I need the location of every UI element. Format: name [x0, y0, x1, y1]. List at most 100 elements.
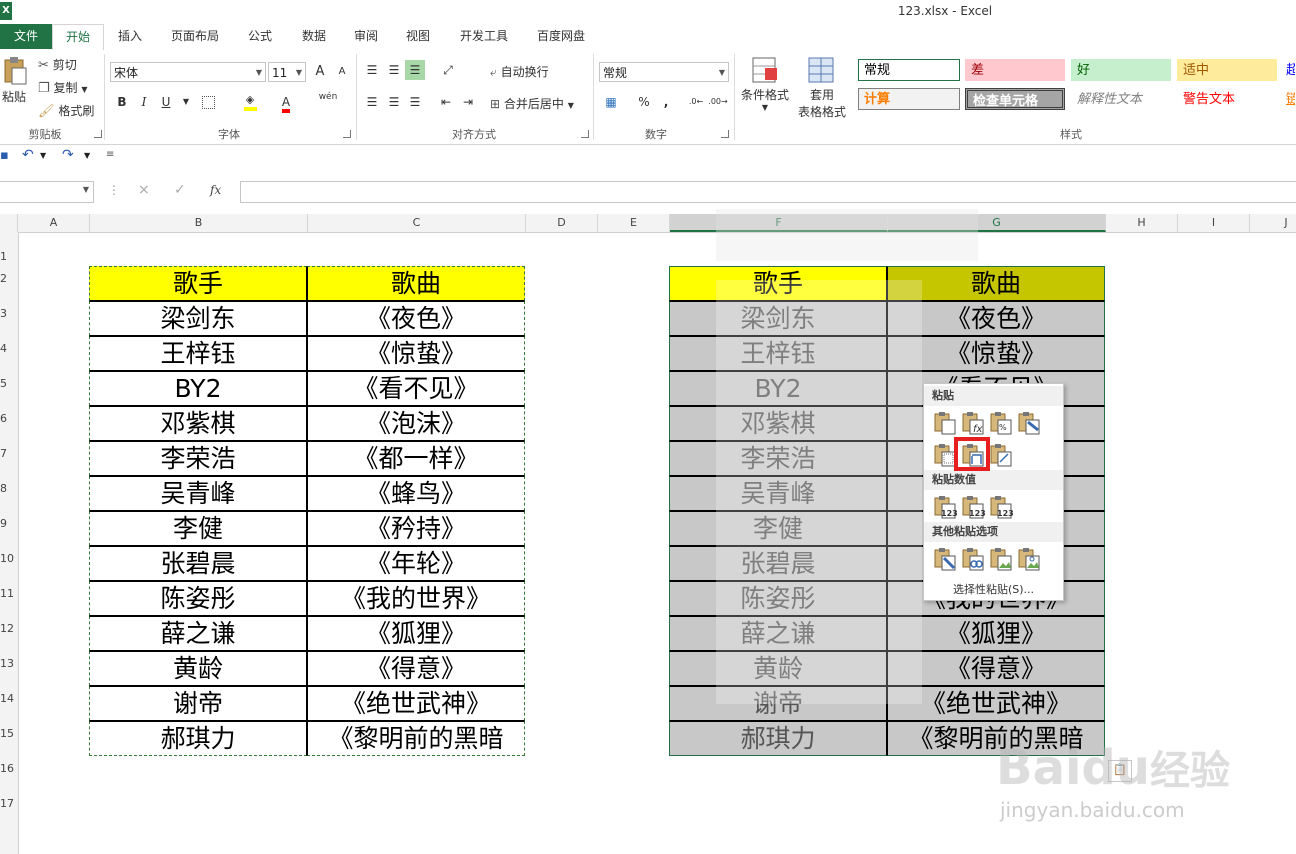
font-size-select[interactable]: 11 ▼ — [268, 62, 306, 82]
cell-song[interactable]: 《惊蛰》 — [307, 336, 525, 371]
row-header[interactable]: 12 — [0, 622, 18, 635]
cell-singer[interactable]: 谢帝 — [89, 686, 307, 721]
cell-song[interactable]: 《蜂鸟》 — [307, 476, 525, 511]
style-calculation[interactable]: 计算 — [858, 88, 960, 110]
paste-formulas-number-format-icon[interactable]: % — [988, 410, 1014, 436]
underline-dropdown[interactable]: ▼ — [176, 92, 196, 112]
paste-icon[interactable] — [932, 410, 958, 436]
row-header[interactable]: 13 — [0, 657, 18, 670]
wrap-text-button[interactable]: ⤶ 自动换行 — [490, 63, 549, 80]
row-header[interactable]: 1 — [0, 250, 18, 263]
cell-singer[interactable]: BY2 — [89, 371, 307, 406]
font-color-button[interactable]: A — [276, 92, 296, 113]
cell-singer[interactable]: 王梓钰 — [89, 336, 307, 371]
merge-center-button[interactable]: ⊞ 合并后居中 ▼ — [490, 95, 574, 112]
keep-source-format-icon[interactable] — [1016, 410, 1042, 436]
paste-button[interactable]: 粘贴 — [2, 56, 30, 112]
row-header[interactable]: 6 — [0, 412, 18, 425]
row-header[interactable]: 3 — [0, 307, 18, 320]
style-explanatory[interactable]: 解释性文本 — [1071, 88, 1171, 110]
align-center-button[interactable]: ☰ — [384, 92, 404, 112]
tab-home[interactable]: 开始 — [52, 24, 104, 51]
decrease-indent-button[interactable]: ⇤ — [436, 92, 456, 112]
paste-values-icon[interactable]: 123 — [932, 494, 958, 520]
cell-song[interactable]: 《狐狸》 — [307, 616, 525, 651]
cancel-icon[interactable]: × — [138, 182, 150, 198]
column-header[interactable]: C — [308, 214, 526, 232]
align-top-button[interactable]: ☰ — [362, 60, 382, 80]
undo-icon[interactable]: ↶ — [22, 147, 34, 163]
cell-singer[interactable]: 郝琪力 — [669, 721, 887, 756]
row-header[interactable]: 17 — [0, 797, 18, 810]
name-box[interactable]: ▼ — [0, 181, 94, 203]
paste-values-source-format-icon[interactable]: 123 — [988, 494, 1014, 520]
row-header[interactable]: 2 — [0, 272, 18, 285]
font-launcher-icon[interactable] — [343, 130, 351, 138]
cell-singer[interactable]: 李健 — [89, 511, 307, 546]
number-format-select[interactable]: 常规 ▼ — [599, 62, 729, 82]
percent-style-button[interactable]: % — [634, 92, 654, 112]
tab-page-layout[interactable]: 页面布局 — [162, 24, 228, 49]
cell-song[interactable]: 《黎明前的黑暗 — [307, 721, 525, 756]
fill-color-button[interactable]: ◈ — [240, 92, 260, 112]
clipboard-launcher-icon[interactable] — [94, 130, 102, 138]
cell-singer[interactable]: 陈姿彤 — [89, 581, 307, 616]
decrease-decimal-button[interactable]: .00→ — [708, 92, 728, 112]
row-header[interactable]: 5 — [0, 377, 18, 390]
tab-view[interactable]: 视图 — [396, 24, 440, 49]
cell-singer[interactable]: 吴青峰 — [89, 476, 307, 511]
column-header[interactable]: I — [1178, 214, 1250, 232]
chevron-down-icon[interactable]: ▼ — [84, 151, 90, 160]
style-neutral[interactable]: 适中 — [1177, 59, 1277, 81]
formula-input[interactable] — [240, 181, 1296, 203]
row-header[interactable]: 8 — [0, 482, 18, 495]
chevron-down-icon[interactable]: ▼ — [83, 185, 89, 194]
align-middle-button[interactable]: ☰ — [384, 60, 404, 80]
drag-handle-icon[interactable]: ⋮ — [108, 183, 120, 197]
cell-song[interactable]: 《都一样》 — [307, 441, 525, 476]
paste-values-number-format-icon[interactable]: 123 — [960, 494, 986, 520]
cell-singer[interactable]: 邓紫棋 — [89, 406, 307, 441]
bold-button[interactable]: B — [112, 92, 132, 112]
phonetic-button[interactable]: wén — [318, 92, 338, 112]
style-hyperlink[interactable]: 超 — [1283, 59, 1296, 81]
tab-insert[interactable]: 插入 — [108, 24, 152, 49]
style-normal[interactable]: 常规 — [858, 59, 960, 81]
row-header[interactable]: 14 — [0, 692, 18, 705]
cell-song[interactable]: 《绝世武神》 — [307, 686, 525, 721]
linked-picture-icon[interactable] — [1016, 546, 1042, 572]
cut-button[interactable]: ✂ 剪切 — [38, 56, 77, 73]
cell-song[interactable]: 《泡沫》 — [307, 406, 525, 441]
select-all-corner[interactable] — [0, 214, 18, 232]
font-name-select[interactable]: 宋体 ▼ — [110, 62, 266, 82]
column-header[interactable]: H — [1106, 214, 1178, 232]
style-check-cell[interactable]: 检查单元格 — [965, 88, 1065, 110]
border-button[interactable] — [198, 92, 218, 112]
style-good[interactable]: 好 — [1071, 59, 1171, 81]
cell-song[interactable]: 《得意》 — [307, 651, 525, 686]
picture-icon[interactable] — [988, 546, 1014, 572]
insert-function-icon[interactable]: fx — [210, 183, 221, 197]
conditional-formatting-button[interactable]: 条件格式 ▼ — [740, 56, 790, 112]
paste-link-icon[interactable] — [960, 546, 986, 572]
format-as-table-button[interactable]: 套用 表格格式 — [792, 56, 852, 120]
style-warning[interactable]: 警告文本 — [1177, 88, 1277, 110]
row-header[interactable]: 7 — [0, 447, 18, 460]
cell-singer[interactable]: 郝琪力 — [89, 721, 307, 756]
tab-formulas[interactable]: 公式 — [238, 24, 282, 49]
tab-data[interactable]: 数据 — [292, 24, 336, 49]
increase-decimal-button[interactable]: .0← — [686, 92, 706, 112]
format-painter-button[interactable]: 🖌 格式刷 — [38, 102, 94, 119]
save-icon[interactable]: ▪ — [0, 148, 9, 163]
cell-singer[interactable]: 李荣浩 — [89, 441, 307, 476]
formatting-icon[interactable] — [932, 546, 958, 572]
row-header[interactable]: 9 — [0, 517, 18, 530]
tab-baidu-netdisk[interactable]: 百度网盘 — [528, 24, 594, 49]
chevron-down-icon[interactable]: ▼ — [40, 151, 46, 160]
style-linked-cell[interactable]: 链 — [1283, 88, 1296, 110]
style-bad[interactable]: 差 — [965, 59, 1065, 81]
comma-style-button[interactable]: , — [656, 92, 676, 112]
row-header[interactable]: 15 — [0, 727, 18, 740]
keep-column-widths-icon[interactable] — [988, 442, 1014, 468]
column-header[interactable]: J — [1250, 214, 1296, 232]
